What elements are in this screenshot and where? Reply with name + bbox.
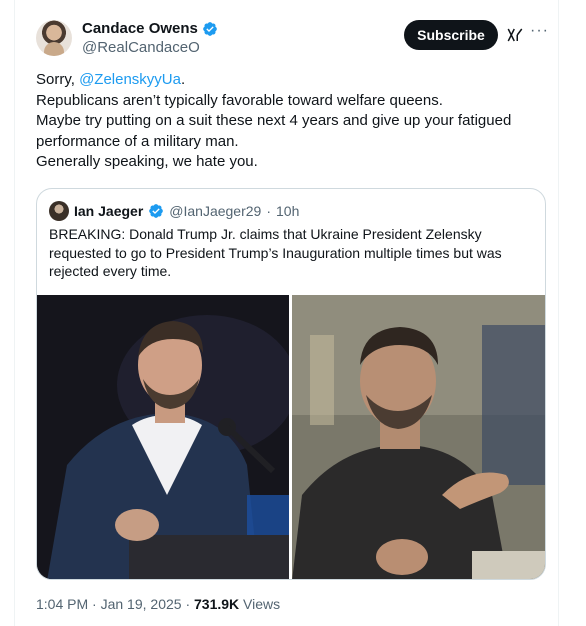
quoted-tweet-text: BREAKING: Donald Trump Jr. claims that U…: [49, 225, 535, 281]
tweet-line-2: Republicans aren’t typically favorable t…: [36, 91, 443, 109]
quoted-author-avatar: [49, 201, 69, 221]
tweet-line-3: Maybe try putting on a suit these next 4…: [36, 112, 512, 129]
tweet-text: Sorry, @ZelenskyyUa. Republicans aren’t …: [36, 70, 552, 173]
quoted-separator: ·: [266, 203, 271, 219]
verified-badge-icon: [203, 21, 217, 36]
subscribe-button[interactable]: Subscribe: [404, 20, 498, 50]
quoted-tweet[interactable]: Ian Jaeger @IanJaeger29 · 10h BREAKING: …: [36, 188, 546, 580]
quoted-author-name: Ian Jaeger: [74, 203, 144, 219]
views-count: 731.9K: [194, 596, 240, 612]
author-handle[interactable]: @RealCandaceO: [82, 39, 218, 56]
photo-left-illustration: [37, 295, 289, 579]
mention-link[interactable]: @ZelenskyyUa: [79, 71, 181, 88]
quoted-line-3: rejected every time.: [49, 263, 172, 279]
quoted-media: [37, 295, 545, 579]
tweet-line-4: performance of a military man.: [36, 132, 239, 150]
timeline-border-right: [558, 0, 559, 626]
media-photo-right[interactable]: [292, 295, 545, 579]
author-avatar[interactable]: [36, 20, 72, 56]
tweet-line-1: Sorry, @ZelenskyyUa.: [36, 71, 186, 88]
quoted-line-2: requested to go to President Trump’s Ina…: [49, 244, 502, 261]
quoted-age: 10h: [276, 203, 300, 219]
quoted-author-handle: @IanJaeger29: [169, 203, 262, 219]
tweet-header: Candace Owens @RealCandaceO Subscribe ··…: [36, 18, 548, 62]
quoted-tweet-header: Ian Jaeger @IanJaeger29 · 10h: [49, 201, 299, 221]
media-photo-left[interactable]: [37, 295, 289, 579]
grok-icon[interactable]: [506, 26, 524, 44]
photo-right-illustration: [292, 295, 545, 579]
tweet-time[interactable]: 1:04 PM: [36, 596, 88, 612]
more-icon[interactable]: ···: [530, 23, 548, 41]
tweet-date[interactable]: Jan 19, 2025: [101, 596, 182, 612]
quoted-line-1: BREAKING: Donald Trump Jr. claims that U…: [49, 226, 482, 242]
timeline-border-left: [14, 0, 15, 626]
author-info: Candace Owens @RealCandaceO: [82, 20, 218, 56]
tweet-meta: 1:04 PM · Jan 19, 2025 · 731.9K Views: [36, 596, 281, 612]
views-label: Views: [239, 596, 281, 612]
tweet-line-5: Generally speaking, we hate you.: [36, 153, 258, 170]
verified-badge-icon: [149, 204, 164, 218]
author-display-name[interactable]: Candace Owens: [82, 20, 198, 37]
